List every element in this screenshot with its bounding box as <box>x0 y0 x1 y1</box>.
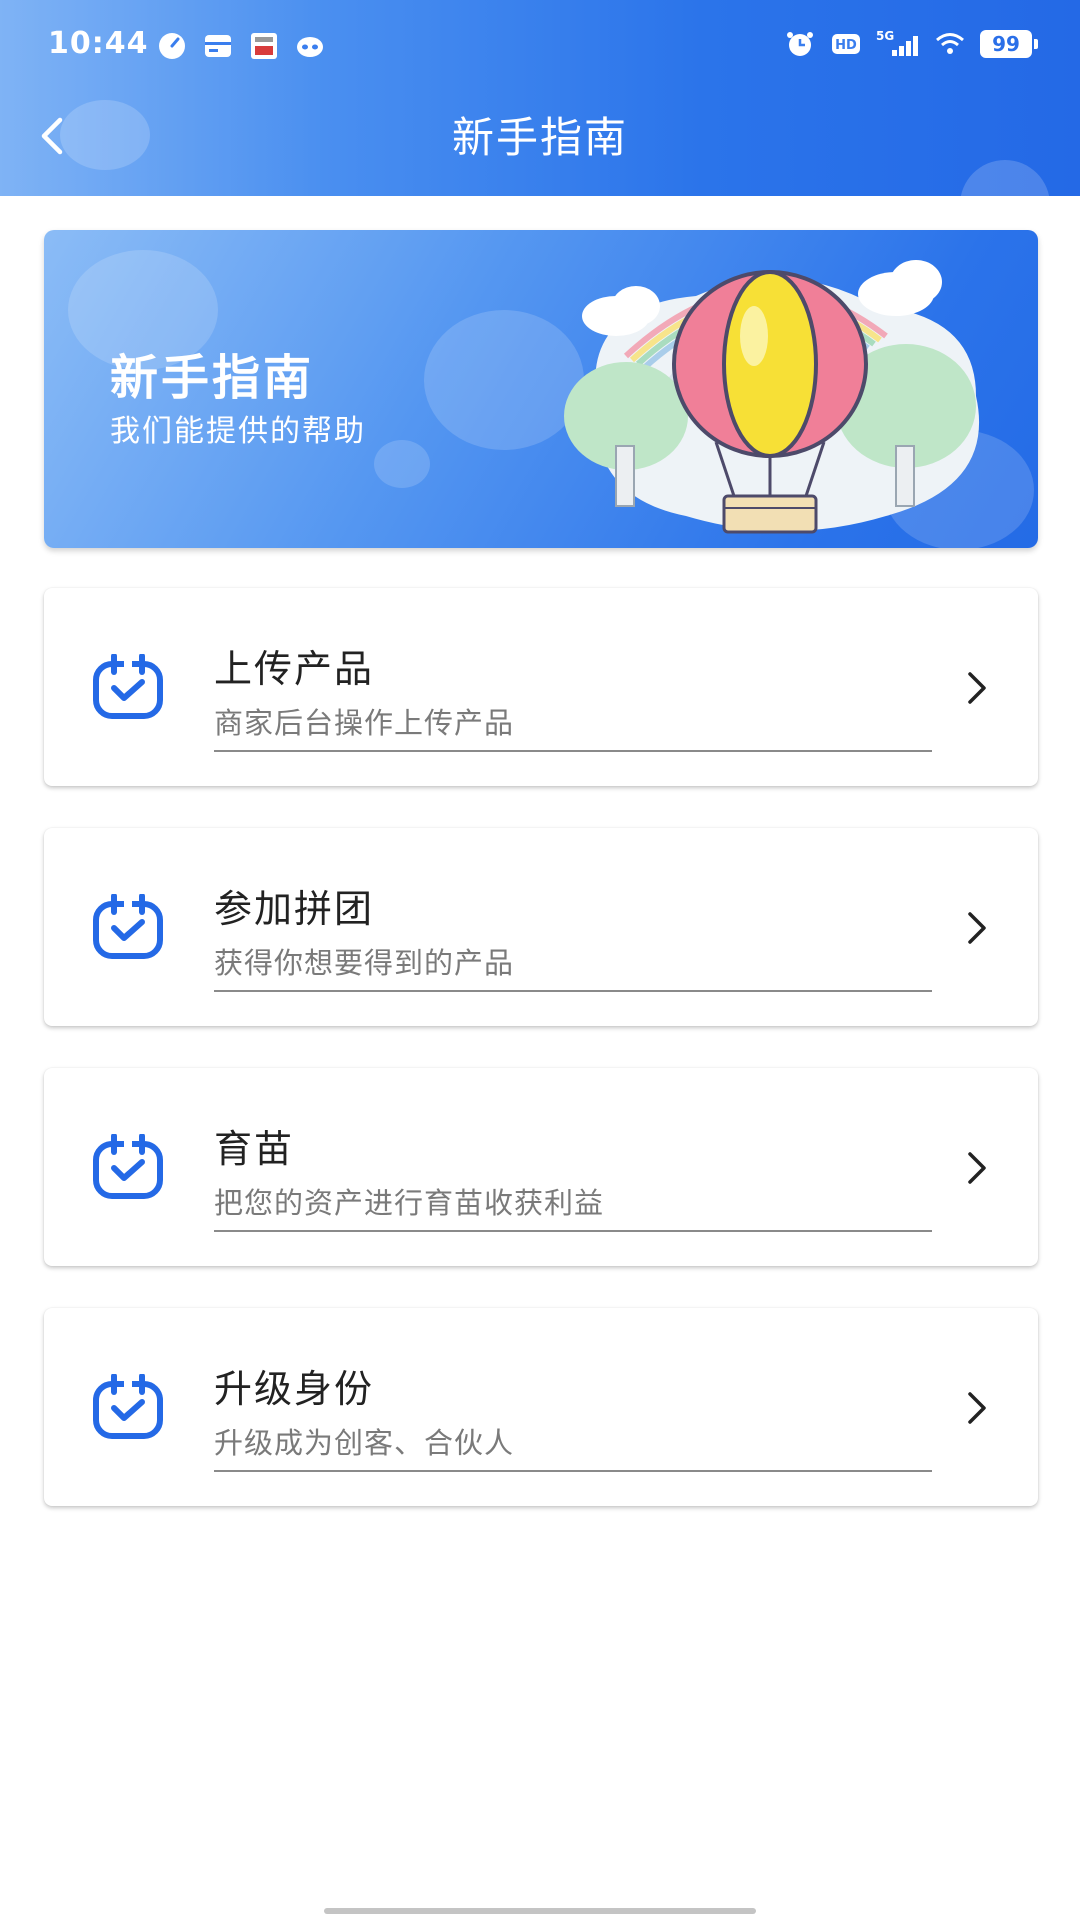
calendar-check-icon <box>93 1374 163 1439</box>
home-indicator[interactable] <box>324 1908 756 1914</box>
guide-description: 商家后台操作上传产品 <box>214 700 932 752</box>
guide-title: 参加拼团 <box>214 887 375 931</box>
guide-item-upgrade-identity[interactable]: 升级身份 升级成为创客、合伙人 <box>44 1308 1038 1506</box>
guide-description: 获得你想要得到的产品 <box>214 940 932 992</box>
guide-item-join-group-buy[interactable]: 参加拼团 获得你想要得到的产品 <box>44 828 1038 1026</box>
status-time: 10:44 <box>48 26 149 61</box>
chevron-right-icon <box>968 1392 986 1424</box>
guide-banner: 新手指南 我们能提供的帮助 <box>44 230 1038 548</box>
guide-title: 育苗 <box>214 1127 295 1171</box>
calendar-check-icon <box>93 654 163 719</box>
robot-app-icon <box>297 37 323 57</box>
hot-air-balloon-illustration <box>564 260 980 534</box>
banner-subtitle: 我们能提供的帮助 <box>110 414 366 449</box>
battery-level: 99 <box>992 32 1020 56</box>
guide-title: 升级身份 <box>214 1367 375 1411</box>
chevron-right-icon <box>968 1152 986 1184</box>
guide-item-upload-product[interactable]: 上传产品 商家后台操作上传产品 <box>44 588 1038 786</box>
guide-title: 上传产品 <box>214 647 375 691</box>
hd-icon: HD <box>832 34 860 54</box>
guide-item-seedling[interactable]: 育苗 把您的资产进行育苗收获利益 <box>44 1068 1038 1266</box>
decor-bubble <box>960 160 1050 196</box>
alarm-icon <box>787 32 813 56</box>
news-app-icon <box>251 33 277 59</box>
decor-bubble <box>374 440 430 488</box>
app-header: 10:44 HD 5G 99 新手指南 <box>0 0 1080 196</box>
speed-gauge-icon <box>159 33 185 59</box>
guide-description: 把您的资产进行育苗收获利益 <box>214 1180 932 1232</box>
status-bar: 10:44 HD 5G 99 <box>0 0 1080 92</box>
calendar-check-icon <box>93 1134 163 1199</box>
system-status-icons: HD 5G 99 <box>784 28 1038 60</box>
chevron-right-icon <box>968 912 986 944</box>
svg-text:5G: 5G <box>876 29 894 43</box>
svg-text:HD: HD <box>835 38 857 53</box>
page-title: 新手指南 <box>451 113 628 162</box>
cellular-signal-icon: 5G <box>876 29 918 56</box>
chevron-right-icon <box>968 672 986 704</box>
card-icon <box>205 35 231 57</box>
battery-indicator: 99 <box>980 30 1038 58</box>
banner-title: 新手指南 <box>110 350 315 406</box>
wifi-icon <box>936 33 964 54</box>
guide-description: 升级成为创客、合伙人 <box>214 1420 932 1472</box>
notification-icons <box>156 30 326 62</box>
calendar-check-icon <box>93 894 163 959</box>
